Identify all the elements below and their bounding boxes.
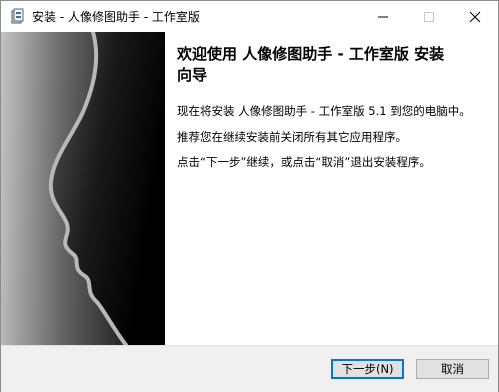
minimize-button[interactable] (360, 1, 406, 32)
maximize-icon (424, 12, 434, 22)
welcome-line-install: 现在将安装 人像修图助手 - 工作室版 5.1 到您的电脑中。 (177, 104, 471, 118)
cancel-button[interactable]: 取消 (416, 359, 489, 379)
minimize-icon (378, 16, 388, 18)
installer-window: 安装 - 人像修图助手 - 工作室版 欢迎使用 人像修图助手 - 工作室版 安装… (0, 0, 499, 392)
window-title: 安装 - 人像修图助手 - 工作室版 (32, 10, 200, 24)
installer-app-icon (10, 8, 26, 24)
wizard-side-image (1, 32, 165, 345)
welcome-heading-line2: 向导 (177, 66, 208, 84)
title-bar[interactable]: 安装 - 人像修图助手 - 工作室版 (1, 1, 498, 32)
welcome-line-recommend: 推荐您在继续安装前关闭所有其它应用程序。 (177, 130, 407, 144)
welcome-heading: 欢迎使用 人像修图助手 - 工作室版 安装 向导 (177, 44, 485, 86)
close-icon (469, 11, 481, 23)
next-button[interactable]: 下一步(N) (331, 359, 404, 379)
maximize-button[interactable] (406, 1, 452, 32)
welcome-heading-line1: 欢迎使用 人像修图助手 - 工作室版 安装 (177, 45, 445, 63)
welcome-line-instructions: 点击“下一步”继续，或点击“取消”退出安装程序。 (177, 155, 431, 169)
close-button[interactable] (452, 1, 498, 32)
